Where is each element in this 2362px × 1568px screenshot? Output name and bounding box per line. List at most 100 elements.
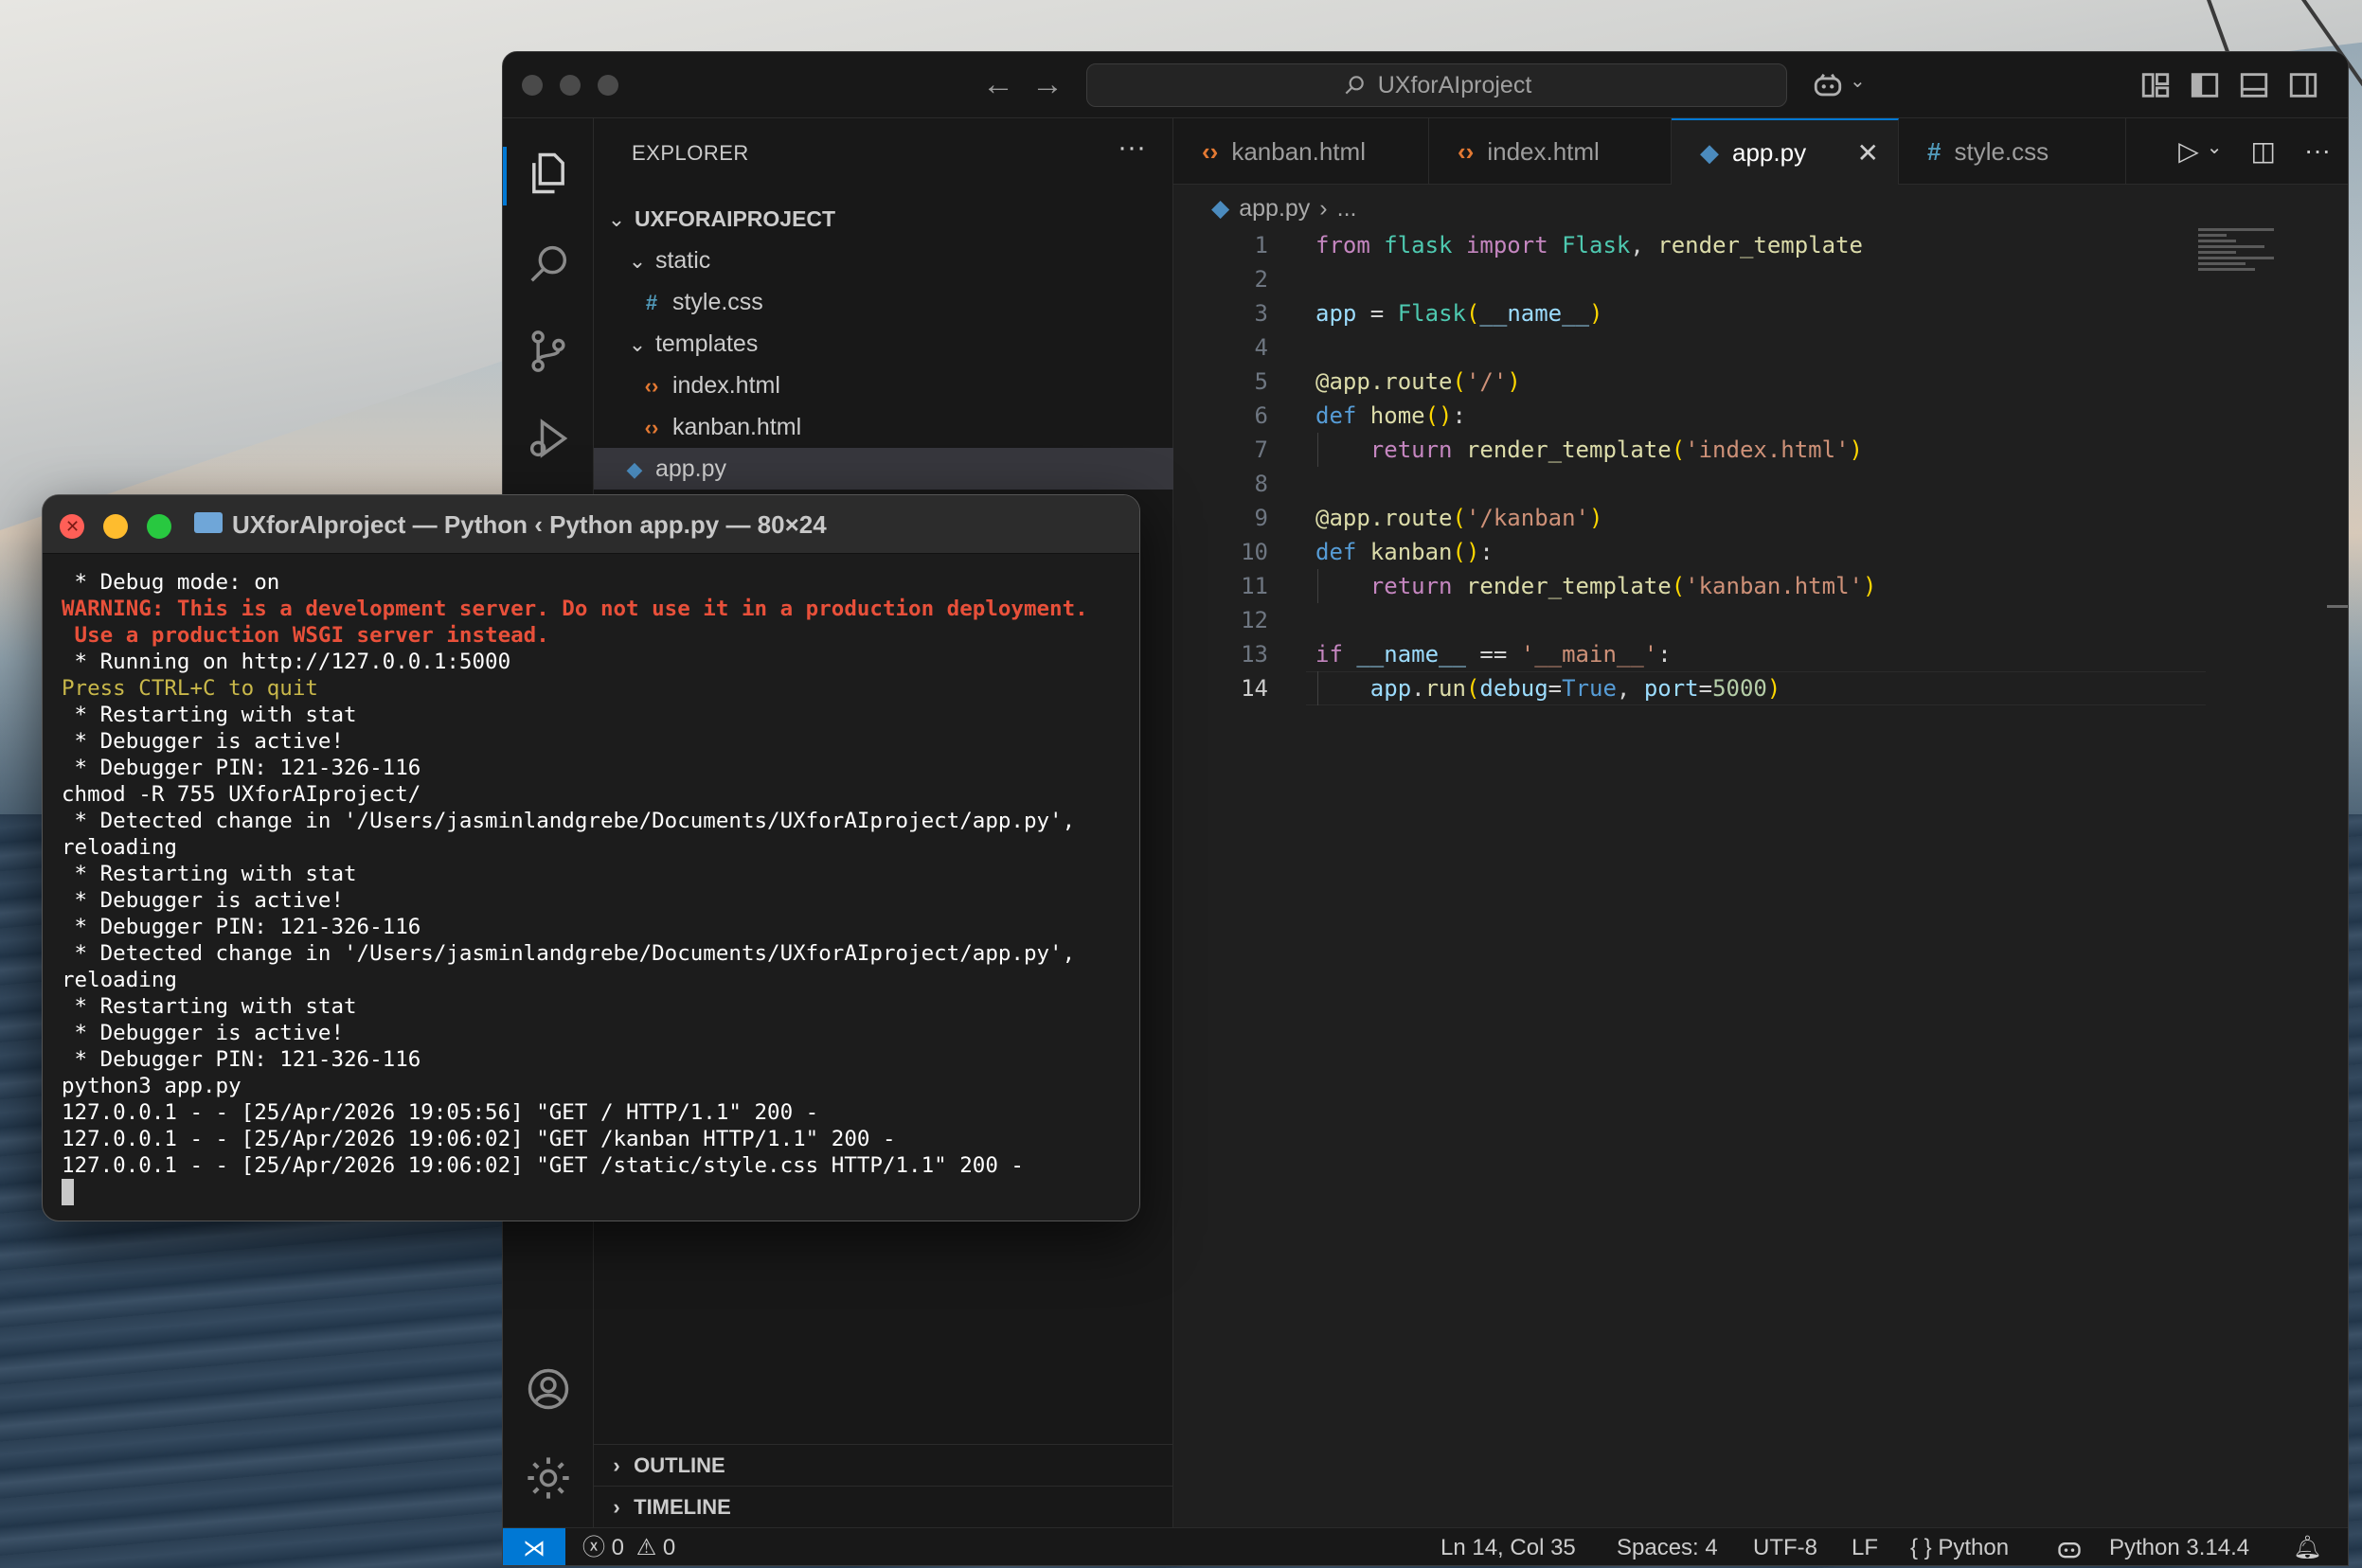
line-number: 5 xyxy=(1254,368,1268,395)
command-center-search[interactable]: UXforAIproject xyxy=(1086,63,1787,107)
code-text: if __name__ == '__main__': xyxy=(1315,637,1672,671)
code-token: render_template xyxy=(1452,437,1672,463)
tab-index-html[interactable]: ‹› index.html xyxy=(1429,118,1672,185)
accounts-icon[interactable] xyxy=(524,1364,573,1414)
terminal-line: * Restarting with stat xyxy=(62,703,357,727)
code-token: import xyxy=(1465,232,1548,258)
back-arrow-icon[interactable]: ← xyxy=(982,67,1014,101)
toggle-secondary-sidebar-icon[interactable] xyxy=(2287,69,2319,101)
more-actions-icon[interactable]: ··· xyxy=(2304,135,2331,167)
source-control-icon[interactable] xyxy=(524,327,573,376)
code-text: app = Flask(__name__) xyxy=(1315,296,1602,330)
explorer-more-actions-button[interactable]: ··· xyxy=(1118,132,1146,164)
code-line[interactable]: 14 app.run(debug=True, port=5000) xyxy=(1173,671,2348,705)
chevron-down-icon: ⌄ xyxy=(628,249,647,273)
code-editor[interactable]: 1 from flask import Flask, render_templat… xyxy=(1173,228,2348,705)
breadcrumb-rest[interactable]: ... xyxy=(1337,195,1357,223)
code-line[interactable]: 3 app = Flask(__name__) xyxy=(1173,296,2348,330)
code-token: 5000 xyxy=(1712,675,1767,702)
explorer-icon[interactable] xyxy=(524,149,573,198)
code-text: app.run(debug=True, port=5000) xyxy=(1315,671,1781,705)
code-token: ( xyxy=(1465,675,1480,702)
project-folder-row[interactable]: ⌄ UXFORAIPROJECT xyxy=(594,198,1173,240)
tree-item-index-html[interactable]: ‹› index.html xyxy=(594,365,1173,406)
cursor-position[interactable]: Ln 14, Col 35 xyxy=(1440,1528,1576,1565)
code-token: ) xyxy=(1766,675,1781,702)
python-interpreter[interactable]: Python 3.14.4 xyxy=(2109,1528,2249,1565)
minimize-window-button[interactable] xyxy=(560,75,581,96)
code-line[interactable]: 6 def home(): xyxy=(1173,399,2348,433)
code-token: @app.route xyxy=(1315,505,1453,531)
terminal-output[interactable]: * Debug mode: on WARNING: This is a devel… xyxy=(62,569,1132,1205)
gear-icon[interactable] xyxy=(524,1453,573,1503)
code-line[interactable]: 5 @app.route('/') xyxy=(1173,365,2348,399)
code-token: True xyxy=(1562,675,1617,702)
language-mode[interactable]: { } Python xyxy=(1910,1528,2009,1565)
timeline-section-header[interactable]: › TIMELINE xyxy=(594,1486,1173,1527)
tree-item-static[interactable]: ⌄ static xyxy=(594,240,1173,281)
line-number: 14 xyxy=(1241,675,1268,702)
code-line[interactable]: 1 from flask import Flask, render_templat… xyxy=(1173,228,2348,262)
code-token: def xyxy=(1315,539,1357,565)
toggle-primary-sidebar-icon[interactable] xyxy=(2189,69,2221,101)
code-line[interactable]: 11 return render_template('kanban.html') xyxy=(1173,569,2348,603)
tab-label: kanban.html xyxy=(1231,136,1366,166)
tab-kanban-html[interactable]: ‹› kanban.html xyxy=(1173,118,1429,185)
code-line[interactable]: 7 return render_template('index.html') xyxy=(1173,433,2348,467)
chevron-down-icon: ⌄ xyxy=(628,332,647,356)
chevron-right-icon: › xyxy=(613,1453,620,1477)
code-line[interactable]: 8 xyxy=(1173,467,2348,501)
code-token: ( xyxy=(1452,368,1466,395)
close-window-button[interactable]: ✕ xyxy=(60,514,84,539)
search-icon[interactable] xyxy=(524,240,573,289)
code-line[interactable]: 13 if __name__ == '__main__': xyxy=(1173,637,2348,671)
code-token: . xyxy=(1411,675,1425,702)
line-number: 10 xyxy=(1241,539,1268,565)
code-line[interactable]: 12 xyxy=(1173,603,2348,637)
minimap[interactable] xyxy=(2198,228,2283,285)
terminal-line: chmod -R 755 UXforAIproject/ xyxy=(62,782,421,807)
code-line[interactable]: 9 @app.route('/kanban') xyxy=(1173,501,2348,535)
split-editor-icon[interactable]: ◫ xyxy=(2251,135,2276,167)
toggle-panel-icon[interactable] xyxy=(2238,69,2270,101)
code-line[interactable]: 4 xyxy=(1173,330,2348,365)
tree-item-templates[interactable]: ⌄ templates xyxy=(594,323,1173,365)
code-token: == xyxy=(1465,641,1521,668)
copilot-icon[interactable] xyxy=(1812,69,1844,101)
end-of-line[interactable]: LF xyxy=(1852,1528,1878,1565)
tab-app-py[interactable]: ◆ app.py ✕ xyxy=(1672,118,1899,185)
timeline-label: TIMELINE xyxy=(634,1495,731,1519)
chevron-down-icon[interactable]: ⌄ xyxy=(2207,135,2223,167)
tree-item-label: templates xyxy=(654,330,759,357)
terminal-line: 127.0.0.1 - - [25/Apr/2026 19:05:56] "GE… xyxy=(62,1100,819,1125)
run-python-file-icon[interactable]: ▷ xyxy=(2178,135,2199,167)
tab-style-css[interactable]: # style.css xyxy=(1899,118,2126,185)
code-token: '__main__' xyxy=(1520,641,1658,668)
encoding[interactable]: UTF-8 xyxy=(1753,1528,1817,1565)
code-line[interactable]: 10 def kanban(): xyxy=(1173,535,2348,569)
line-number: 2 xyxy=(1254,266,1268,293)
minimize-window-button[interactable] xyxy=(103,514,128,539)
customize-layout-icon[interactable] xyxy=(2139,69,2172,101)
close-window-button[interactable] xyxy=(522,75,543,96)
remote-indicator-icon[interactable]: ⋊ xyxy=(503,1528,565,1565)
problems-indicator[interactable]: ⓧ 0 ⚠ 0 xyxy=(582,1528,675,1565)
forward-arrow-icon[interactable]: → xyxy=(1031,67,1064,101)
indentation[interactable]: Spaces: 4 xyxy=(1617,1528,1718,1565)
zoom-window-button[interactable] xyxy=(598,75,618,96)
code-line[interactable]: 2 xyxy=(1173,262,2348,296)
chevron-down-icon[interactable]: ⌄ xyxy=(1850,69,1866,93)
tree-item-style-css[interactable]: # style.css xyxy=(594,281,1173,323)
code-token: from xyxy=(1315,232,1370,258)
run-and-debug-icon[interactable] xyxy=(524,414,573,463)
bell-icon[interactable]: 🔔︎ xyxy=(2293,1528,2321,1565)
close-icon[interactable]: ✕ xyxy=(1857,137,1879,169)
scrollbar-indicator[interactable] xyxy=(2327,605,2348,608)
breadcrumb-file[interactable]: app.py xyxy=(1239,195,1310,223)
zoom-window-button[interactable] xyxy=(147,514,171,539)
tree-item-app-py[interactable]: ◆ app.py xyxy=(594,448,1173,490)
terminal-prompt-line[interactable] xyxy=(62,1179,1132,1205)
copilot-status-icon[interactable] xyxy=(2056,1528,2083,1565)
tree-item-kanban-html[interactable]: ‹› kanban.html xyxy=(594,406,1173,448)
outline-section-header[interactable]: › OUTLINE xyxy=(594,1444,1173,1486)
